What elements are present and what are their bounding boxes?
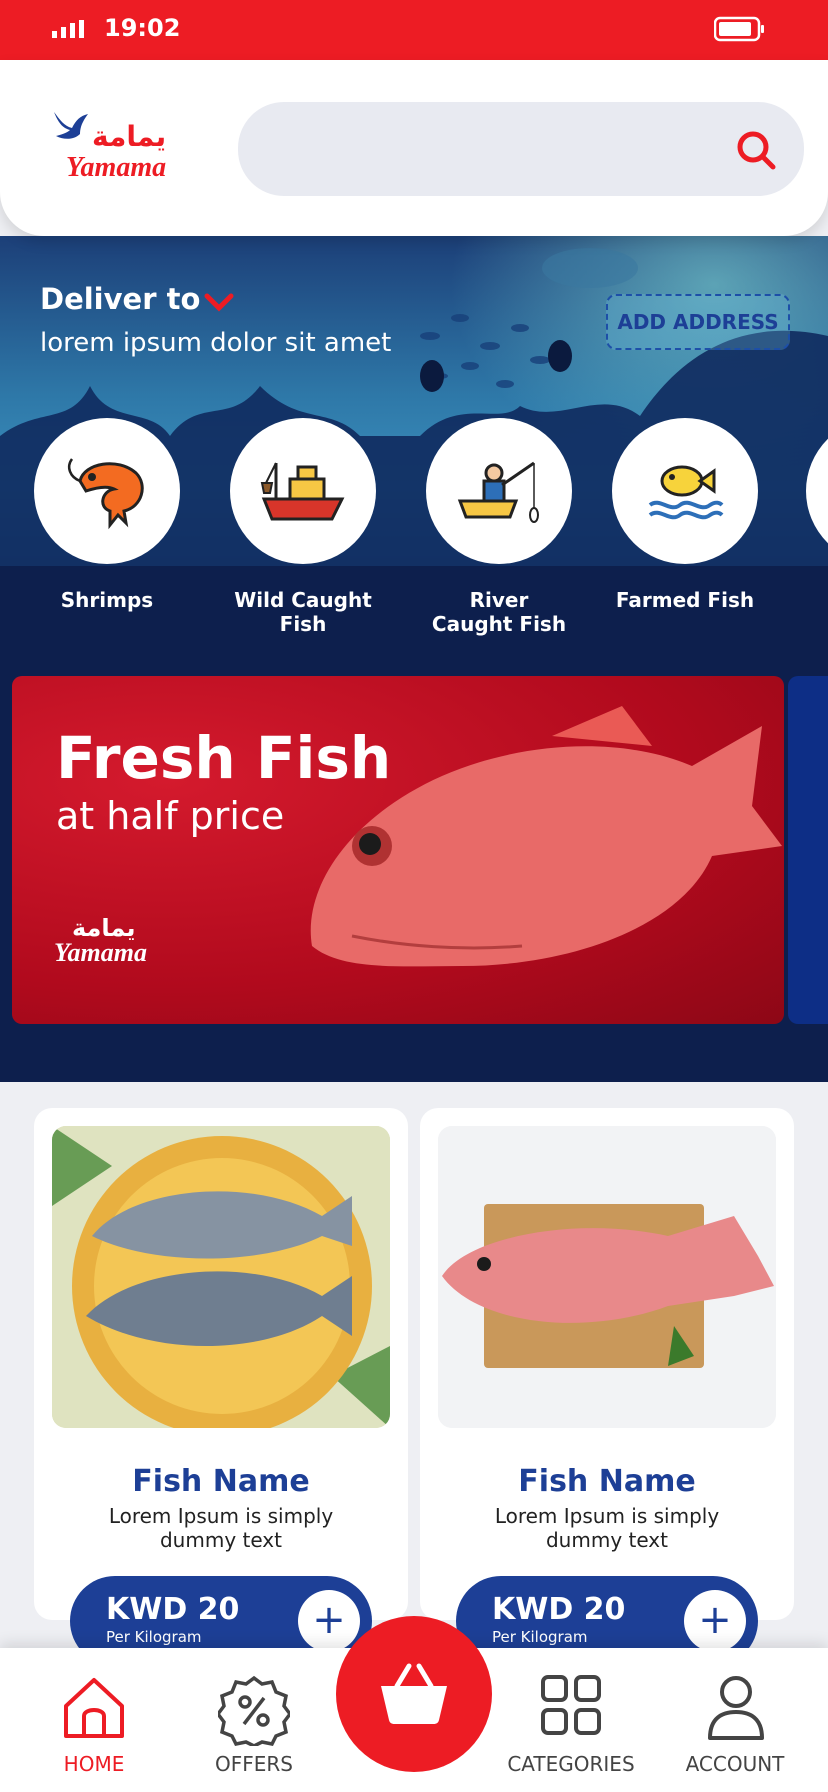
banner-logo: يمامة Yamama [54,914,147,968]
price-unit: Per Kilogram [106,1628,202,1646]
product-image [438,1126,776,1428]
category-label: Wild Caught Fish [234,588,372,636]
tab-account[interactable]: ACCOUNT [670,1648,800,1792]
category-shrimps[interactable]: Shrimps [34,418,180,612]
banner-subtitle: at half price [56,794,285,838]
battery-icon [714,16,764,42]
signal-icon [52,20,84,38]
chevron-down-icon[interactable] [204,292,234,312]
category-circle [34,418,180,564]
product-description: Lorem Ipsum is simply dummy text [494,1504,720,1552]
tab-home[interactable]: HOME [30,1648,158,1792]
user-icon [708,1676,764,1740]
product-description: Lorem Ipsum is simply dummy text [108,1504,334,1552]
tab-categories[interactable]: CATEGORIES [506,1648,636,1792]
search-input[interactable] [238,102,804,196]
tab-offers[interactable]: OFFERS [190,1648,318,1792]
category-more[interactable] [806,418,828,564]
next-banner-peek[interactable] [788,676,828,1024]
category-circle [806,418,828,564]
product-price: KWD 20 [492,1592,626,1627]
fishing-boat-icon [260,462,345,521]
product-name: Fish Name [518,1464,696,1499]
dove-icon [54,112,88,139]
product-card[interactable]: Fish Name Lorem Ipsum is simply dummy te… [420,1108,794,1620]
delivery-address: lorem ipsum dolor sit amet [40,328,392,358]
yamama-logo[interactable]: يمامة Yamama [50,106,190,190]
shrimp-icon [68,458,144,530]
basket-icon [381,1663,447,1724]
banner-title: Fresh Fish [56,724,392,792]
farmed-fish-icon [648,465,724,520]
promo-banner[interactable]: Fresh Fish at half price يمامة Yamama [12,676,784,1024]
category-label: Farmed Fish [615,588,755,612]
product-price: KWD 20 [106,1592,240,1627]
category-wild-caught-fish[interactable]: Wild Caught Fish [230,418,376,636]
product-image [52,1126,390,1428]
add-address-button[interactable]: ADD ADDRESS [606,294,790,350]
app-header: يمامة Yamama [0,60,828,236]
add-to-cart-button[interactable]: + [298,1590,360,1652]
banner-logo-english: Yamama [54,938,147,967]
price-unit: Per Kilogram [492,1628,588,1646]
offers-badge-icon [218,1675,290,1746]
cart-button[interactable] [336,1616,492,1772]
add-to-cart-button[interactable]: + [684,1590,746,1652]
logo-arabic: يمامة [92,120,167,153]
logo-english: Yamama [66,152,167,183]
category-label: River Caught Fish [431,588,567,636]
tab-label: ACCOUNT [685,1752,785,1776]
category-label: Shrimps [60,588,154,612]
fisherman-icon [457,461,539,523]
home-icon [64,1678,124,1738]
status-time: 19:02 [104,14,181,42]
tab-label: HOME [63,1752,125,1776]
grid-icon [541,1675,601,1735]
tab-label: CATEGORIES [507,1752,635,1776]
category-circle [230,418,376,564]
tab-label: OFFERS [215,1752,293,1776]
category-circle [426,418,572,564]
deliver-to-label[interactable]: Deliver to [40,282,200,316]
red-snapper-image [438,1126,776,1428]
product-name: Fish Name [132,1464,310,1499]
fish-plate-image [52,1126,390,1428]
category-farmed-fish[interactable]: Farmed Fish [612,418,758,612]
search-icon[interactable] [734,128,778,172]
status-bar: 19:02 [0,0,828,60]
category-river-caught-fish[interactable]: River Caught Fish [426,418,572,636]
category-circle [612,418,758,564]
product-card[interactable]: Fish Name Lorem Ipsum is simply dummy te… [34,1108,408,1620]
